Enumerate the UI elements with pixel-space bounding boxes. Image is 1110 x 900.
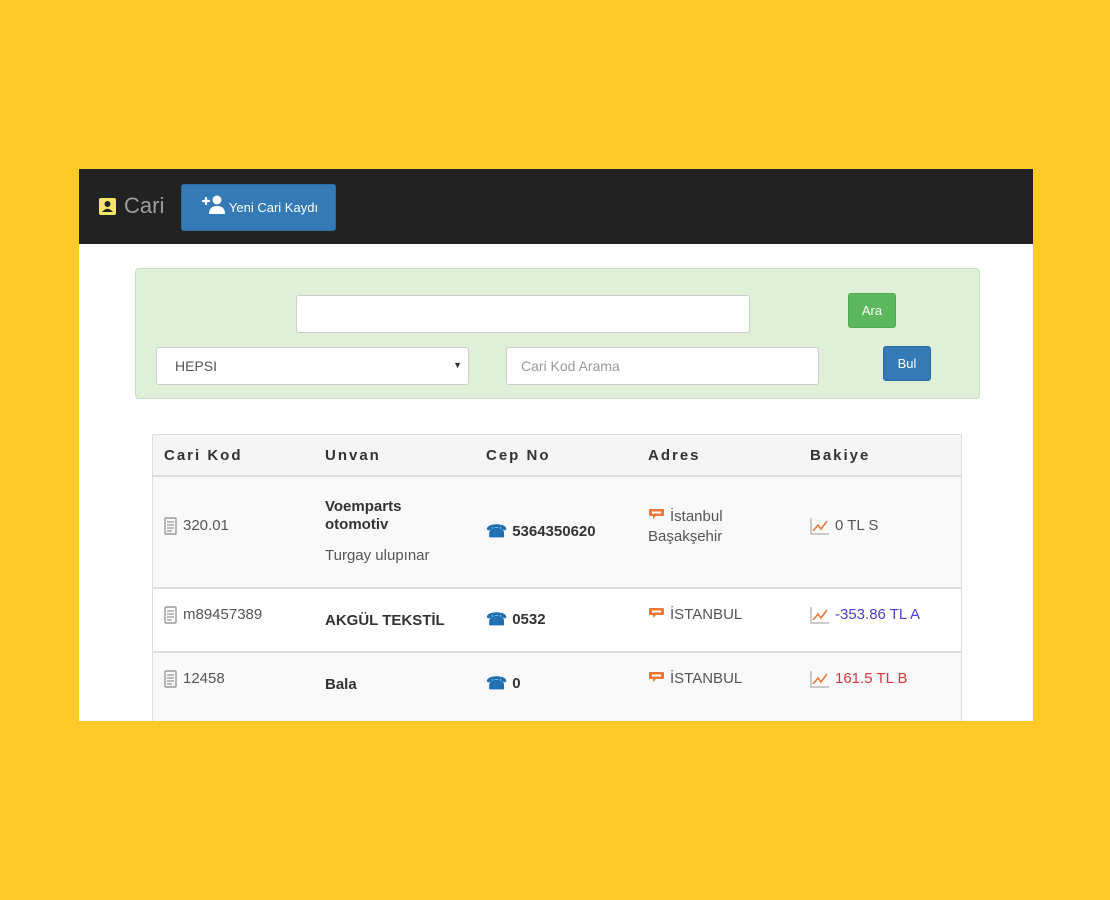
new-account-label: Yeni Cari Kaydı xyxy=(228,200,319,215)
contact-card-icon xyxy=(99,197,116,215)
code-cell: m89457389 xyxy=(164,606,262,624)
document-icon xyxy=(164,606,177,624)
speech-bubble-icon xyxy=(648,606,665,624)
filter-select-value: HEPSI xyxy=(175,358,218,374)
main-search-input[interactable] xyxy=(296,295,750,333)
phone-icon: ☎ xyxy=(486,674,508,693)
speech-bubble-icon xyxy=(648,507,665,527)
table-header: Cari Kod Unvan Cep No Adres Bakiye xyxy=(153,435,961,477)
phone-cell: ☎ 0 xyxy=(486,674,521,693)
phone-icon: ☎ xyxy=(486,610,508,629)
table-row[interactable]: m89457389 AKGÜL TEKSTİL ☎ 0532 İSTANBUL -… xyxy=(153,589,961,653)
code-cell: 12458 xyxy=(164,670,225,688)
code-search-input[interactable] xyxy=(506,347,819,385)
line-chart-icon xyxy=(810,518,829,535)
balance-cell: 161.5 TL B xyxy=(810,670,908,688)
line-chart-icon xyxy=(810,671,829,688)
speech-bubble-icon xyxy=(648,670,665,688)
navbar: Cari Yeni Cari Kaydı xyxy=(79,169,1033,244)
phone-cell: ☎ 0532 xyxy=(486,610,546,629)
address-cell: İSTANBUL xyxy=(648,670,742,688)
header-code: Cari Kod xyxy=(164,447,243,464)
accounts-table: Cari Kod Unvan Cep No Adres Bakiye 320.0… xyxy=(152,434,962,721)
app-window: Cari Yeni Cari Kaydı Ara HEPSI ▼ Bul Car… xyxy=(79,169,1033,721)
table-row[interactable]: 320.01 Voemparts otomotiv Turgay ulupına… xyxy=(153,477,961,589)
document-icon xyxy=(164,517,177,535)
table-row[interactable]: 12458 Bala ☎ 0 İSTANBUL 161.5 TL B xyxy=(153,653,961,717)
title-cell: Voemparts otomotiv xyxy=(325,498,402,533)
subtitle-cell: Turgay ulupınar xyxy=(325,547,430,564)
phone-icon: ☎ xyxy=(486,522,508,541)
header-phone: Cep No xyxy=(486,447,551,464)
filter-select[interactable]: HEPSI ▼ xyxy=(156,347,469,385)
navbar-brand[interactable]: Cari xyxy=(99,191,164,221)
balance-cell: -353.86 TL A xyxy=(810,606,920,624)
brand-label: Cari xyxy=(124,193,165,218)
ara-button[interactable]: Ara xyxy=(848,293,896,328)
bul-button[interactable]: Bul xyxy=(883,346,931,381)
phone-cell: ☎ 5364350620 xyxy=(486,522,596,541)
chevron-down-icon: ▼ xyxy=(453,360,462,370)
balance-cell: 0 TL S xyxy=(810,517,878,535)
line-chart-icon xyxy=(810,607,829,624)
new-account-button[interactable]: Yeni Cari Kaydı xyxy=(181,184,336,231)
address-cell: İSTANBUL xyxy=(648,606,742,624)
title-cell: Bala xyxy=(325,676,357,693)
code-cell: 320.01 xyxy=(164,517,229,535)
header-balance: Bakiye xyxy=(810,447,871,464)
address-cell: İstanbul Başakşehir xyxy=(648,507,723,546)
header-title: Unvan xyxy=(325,447,381,464)
add-user-icon xyxy=(201,195,225,214)
title-cell: AKGÜL TEKSTİL xyxy=(325,612,445,629)
header-address: Adres xyxy=(648,447,701,464)
document-icon xyxy=(164,670,177,688)
search-panel: Ara HEPSI ▼ Bul xyxy=(135,268,980,399)
